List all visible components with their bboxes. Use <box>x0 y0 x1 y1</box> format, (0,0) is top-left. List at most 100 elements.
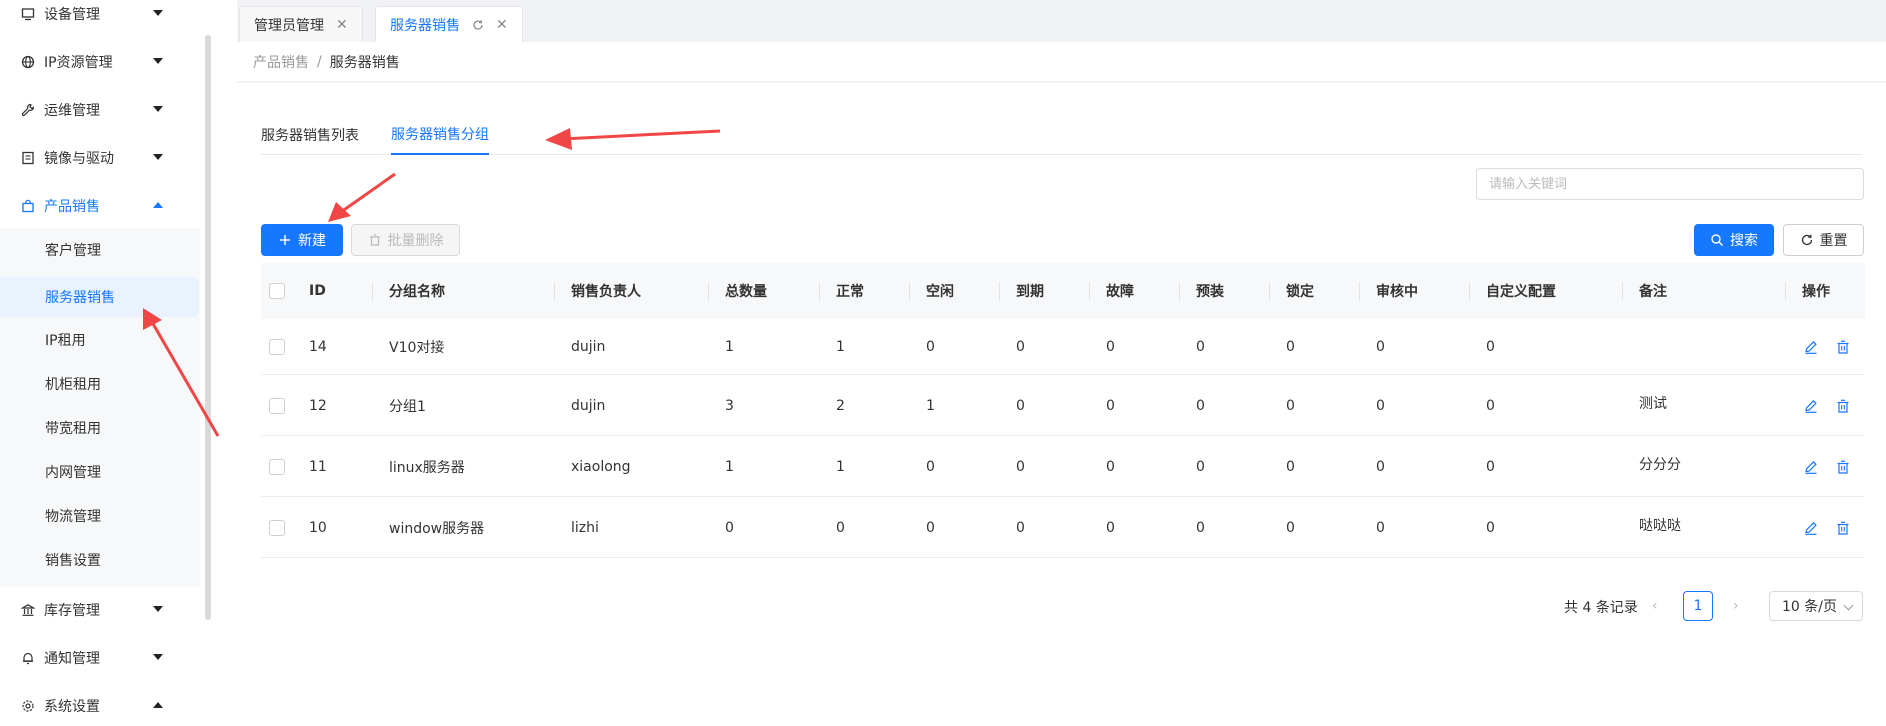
refresh-icon[interactable] <box>472 19 484 31</box>
cell-sales-owner: lizhi <box>571 519 599 536</box>
row-checkbox[interactable] <box>269 459 285 475</box>
menu-item-device[interactable]: 设备管理 <box>0 0 200 38</box>
edit-icon[interactable] <box>1803 459 1819 475</box>
trash-icon[interactable] <box>1835 398 1851 414</box>
cell-preinstall: 0 <box>1196 458 1205 475</box>
sidebar-item-customers[interactable]: 客户管理 <box>0 230 200 270</box>
tab-label: 服务器销售 <box>390 17 460 34</box>
cell-locked: 0 <box>1286 338 1295 355</box>
sidebar-item-bandwidth-rent[interactable]: 带宽租用 <box>0 408 200 448</box>
tab-bar: 管理员管理 ✕ 服务器销售 ✕ <box>237 0 1886 42</box>
trash-icon[interactable] <box>1835 459 1851 475</box>
row-checkbox[interactable] <box>269 520 285 536</box>
sidebar-scrollbar[interactable] <box>205 35 211 620</box>
breadcrumb: 产品销售 / 服务器销售 <box>237 42 1886 82</box>
pagination-next[interactable]: › <box>1733 598 1739 614</box>
menu-label: 镜像与驱动 <box>44 151 114 167</box>
select-all-checkbox[interactable] <box>269 283 285 299</box>
menu-item-system-settings[interactable]: 系统设置 <box>0 682 200 726</box>
tab-admin-manage[interactable]: 管理员管理 ✕ <box>239 6 363 42</box>
content-panel: 服务器销售列表 服务器销售分组 新建 批量删除 搜索 重置 <box>237 83 1886 726</box>
menu-label: 系统设置 <box>44 699 100 715</box>
new-button[interactable]: 新建 <box>261 224 343 256</box>
sidebar-item-ip-rent[interactable]: IP租用 <box>0 320 200 360</box>
close-icon[interactable]: ✕ <box>336 17 348 33</box>
sidebar-item-sales-settings[interactable]: 销售设置 <box>0 540 200 580</box>
cell-fault: 0 <box>1106 397 1115 414</box>
menu-item-inventory[interactable]: 库存管理 <box>0 586 200 634</box>
cell-idle: 0 <box>926 519 935 536</box>
cell-sales-owner: dujin <box>571 338 606 355</box>
column-divider <box>1785 282 1786 300</box>
pagination-prev[interactable]: ‹ <box>1652 598 1658 614</box>
cell-remark: 哒哒哒 <box>1639 518 1681 534</box>
cell-group-name: window服务器 <box>389 520 485 537</box>
cell-id: 12 <box>309 397 327 414</box>
menu-label: 库存管理 <box>44 603 100 619</box>
shopping-bag-icon <box>20 198 36 214</box>
tab-server-sales[interactable]: 服务器销售 ✕ <box>375 6 523 42</box>
cell-remark: 测试 <box>1639 396 1667 412</box>
chevron-down-icon <box>153 154 163 160</box>
sidebar-item-intranet[interactable]: 内网管理 <box>0 452 200 492</box>
tab-label: 管理员管理 <box>254 17 324 34</box>
column-divider <box>1359 282 1360 300</box>
cell-remark: 分分分 <box>1639 457 1681 473</box>
sidebar-item-logistics[interactable]: 物流管理 <box>0 496 200 536</box>
cell-total: 1 <box>725 338 734 355</box>
edit-icon[interactable] <box>1803 520 1819 536</box>
search-input[interactable] <box>1476 168 1864 200</box>
cell-total: 1 <box>725 458 734 475</box>
breadcrumb-separator: / <box>317 53 322 70</box>
chevron-down-icon <box>153 654 163 660</box>
menu-label: 产品销售 <box>44 199 100 215</box>
edit-icon[interactable] <box>1803 339 1819 355</box>
reset-button[interactable]: 重置 <box>1783 224 1864 256</box>
cell-expired: 0 <box>1016 338 1025 355</box>
breadcrumb-parent[interactable]: 产品销售 <box>253 52 309 72</box>
cell-under-review: 0 <box>1376 519 1385 536</box>
batch-delete-button[interactable]: 批量删除 <box>351 224 460 256</box>
bell-icon <box>20 650 36 666</box>
chevron-up-icon <box>153 702 163 708</box>
cell-custom-config: 0 <box>1486 338 1495 355</box>
tab-server-sales-group[interactable]: 服务器销售分组 <box>391 115 489 155</box>
menu-label: 通知管理 <box>44 651 100 667</box>
menu-item-ops[interactable]: 运维管理 <box>0 86 200 134</box>
cell-normal: 1 <box>836 458 845 475</box>
row-checkbox[interactable] <box>269 339 285 355</box>
menu-label: 设备管理 <box>44 7 100 23</box>
cell-normal: 0 <box>836 519 845 536</box>
cell-preinstall: 0 <box>1196 338 1205 355</box>
cell-normal: 1 <box>836 338 845 355</box>
table-row: 10 window服务器 lizhi 0 0 0 0 0 0 0 0 0 哒哒哒 <box>261 498 1865 558</box>
sidebar-item-server-sales[interactable]: 服务器销售 <box>0 277 199 317</box>
menu-item-product-sales[interactable]: 产品销售 <box>0 182 200 230</box>
trash-icon[interactable] <box>1835 520 1851 536</box>
tab-server-sales-list[interactable]: 服务器销售列表 <box>261 115 359 155</box>
cell-under-review: 0 <box>1376 458 1385 475</box>
edit-icon[interactable] <box>1803 398 1819 414</box>
sidebar-item-cabinet-rent[interactable]: 机柜租用 <box>0 364 200 404</box>
close-icon[interactable]: ✕ <box>496 17 508 33</box>
monitor-icon <box>20 6 36 22</box>
cell-total: 0 <box>725 519 734 536</box>
cell-preinstall: 0 <box>1196 519 1205 536</box>
pagination-total: 共 4 条记录 <box>1564 600 1638 616</box>
search-button[interactable]: 搜索 <box>1694 224 1774 256</box>
menu-item-notifications[interactable]: 通知管理 <box>0 634 200 682</box>
cell-group-name: linux服务器 <box>389 459 465 476</box>
page-size-select[interactable]: 10 条/页 <box>1769 591 1863 621</box>
column-divider <box>1089 282 1090 300</box>
cell-group-name: 分组1 <box>389 398 426 415</box>
trash-icon[interactable] <box>1835 339 1851 355</box>
cell-custom-config: 0 <box>1486 519 1495 536</box>
menu-item-image-driver[interactable]: 镜像与驱动 <box>0 134 200 182</box>
column-divider <box>554 282 555 300</box>
col-header-fault: 故障 <box>1106 284 1134 300</box>
cell-locked: 0 <box>1286 397 1295 414</box>
row-checkbox[interactable] <box>269 398 285 414</box>
menu-item-ip-resource[interactable]: IP资源管理 <box>0 38 200 86</box>
pagination-page[interactable]: 1 <box>1683 591 1713 621</box>
trash-icon <box>369 234 380 246</box>
